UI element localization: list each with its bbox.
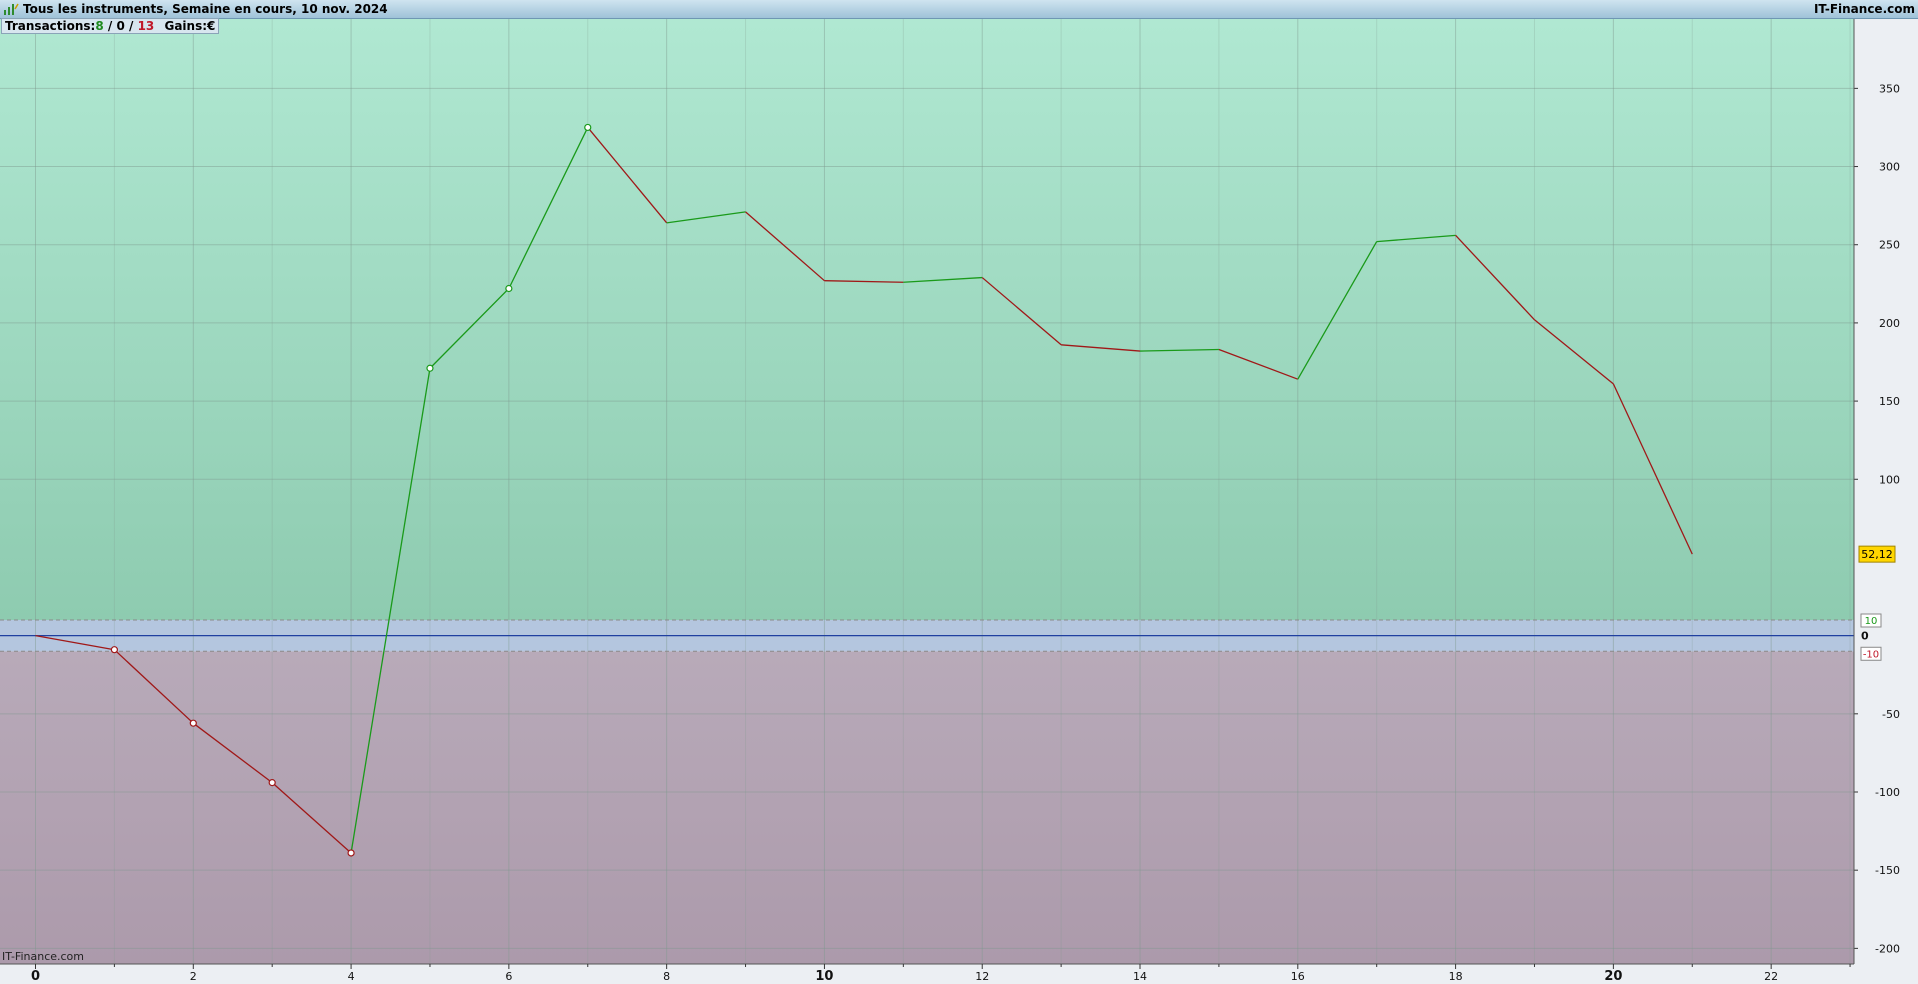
- band-lower-label-text: -10: [1863, 649, 1879, 660]
- transactions-label: Transactions:: [5, 19, 96, 33]
- y-tick-label: 350: [1879, 82, 1900, 95]
- x-tick-label: 4: [348, 970, 355, 983]
- losing-count: 13: [137, 19, 155, 33]
- equity-point-marker: [110, 646, 118, 654]
- currency-label: €: [207, 19, 216, 33]
- transactions-summary: Transactions:8 / 0 / 13 Gains:€: [1, 18, 220, 34]
- y-tick-label: -150: [1875, 864, 1900, 877]
- separator: /: [103, 19, 117, 33]
- equity-point-marker: [584, 123, 592, 132]
- y-zero-label: 0: [1861, 630, 1869, 643]
- equity-point-marker: [268, 779, 276, 787]
- y-tick-label: 200: [1879, 317, 1900, 330]
- neutral-count: 0: [116, 19, 125, 33]
- x-axis-panel: [0, 964, 1918, 984]
- y-tick-label: 250: [1879, 239, 1900, 252]
- x-tick-label: 2: [190, 970, 197, 983]
- x-tick-label: 22: [1764, 970, 1778, 983]
- x-tick-label: 8: [663, 970, 670, 983]
- y-tick-label: -200: [1875, 942, 1900, 955]
- y-tick-label: -100: [1875, 786, 1900, 799]
- equity-point-marker: [189, 719, 197, 727]
- x-tick-label: 10: [815, 969, 833, 984]
- x-tick-label: 12: [975, 970, 989, 983]
- watermark: IT-Finance.com: [2, 950, 84, 963]
- chart-title: Tous les instruments, Semaine en cours, …: [23, 2, 388, 16]
- y-tick-label: 300: [1879, 161, 1900, 174]
- positive-zone: [0, 18, 1854, 620]
- y-tick-label: -50: [1882, 708, 1900, 721]
- x-tick-label: 18: [1449, 970, 1463, 983]
- band-upper-label: 10: [1860, 613, 1882, 628]
- chart-app-icon: [4, 3, 19, 15]
- last-value-label: 52,12: [1861, 548, 1893, 561]
- equity-point-marker: [426, 364, 434, 372]
- x-tick-label: 6: [505, 970, 512, 983]
- equity-point-marker: [505, 284, 513, 293]
- winning-count: 8: [95, 19, 104, 33]
- x-tick-label: 16: [1291, 970, 1305, 983]
- brand-label: IT-Finance.com: [1813, 2, 1915, 16]
- negative-zone: [0, 651, 1854, 964]
- gains-label: Gains:: [164, 19, 208, 33]
- equity-point-marker: [347, 849, 355, 857]
- title-bar: Tous les instruments, Semaine en cours, …: [0, 0, 1918, 19]
- x-tick-label: 0: [31, 969, 40, 984]
- x-tick-label: 14: [1133, 970, 1147, 983]
- separator: /: [124, 19, 138, 33]
- y-tick-label: 150: [1879, 395, 1900, 408]
- band-lower-label: -10: [1860, 646, 1882, 661]
- band-upper-label-text: 10: [1865, 616, 1878, 627]
- y-tick-label: 100: [1879, 473, 1900, 486]
- x-tick-label: 20: [1604, 969, 1622, 984]
- equity-chart: 350300250200150100-50-100-150-200010-105…: [0, 18, 1918, 984]
